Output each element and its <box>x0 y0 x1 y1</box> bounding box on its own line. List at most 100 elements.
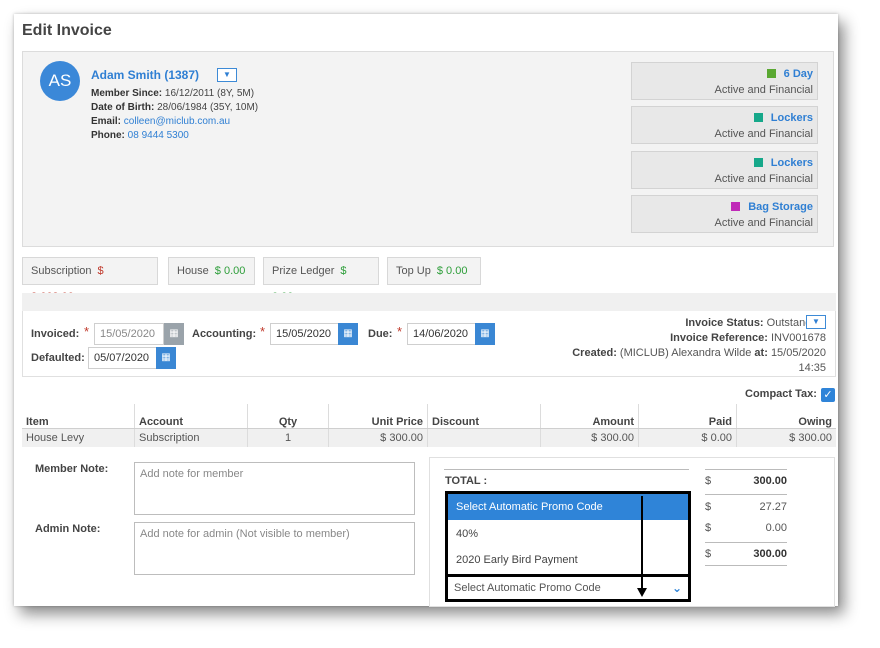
column-header: Account <box>134 404 248 429</box>
cell-discount <box>427 428 541 447</box>
dob-value: 28/06/1984 (35Y, 10M) <box>157 102 259 113</box>
status-square-icon <box>753 113 763 122</box>
divider <box>705 542 787 543</box>
subscription-card[interactable]: Lockers Active and Financial <box>631 106 818 144</box>
currency-symbol: $ <box>705 475 712 487</box>
subscription-name: Lockers <box>770 157 813 169</box>
divider <box>705 565 787 566</box>
email-link[interactable]: colleen@miclub.com.au <box>124 116 230 127</box>
column-header: Qty <box>247 404 329 429</box>
subscription-card[interactable]: Bag Storage Active and Financial <box>631 195 818 233</box>
status-square-icon <box>766 69 776 78</box>
member-since-value: 16/12/2011 (8Y, 5M) <box>164 88 255 99</box>
member-name-link[interactable]: Adam Smith (1387) <box>91 68 199 82</box>
defaulted-calendar-button[interactable]: ▦ <box>156 347 176 369</box>
subscription-name: Lockers <box>770 112 813 124</box>
chevron-down-icon: ▼ <box>812 317 820 326</box>
accounting-date-input[interactable]: 15/05/2020 <box>270 323 339 345</box>
admin-note-label: Admin Note: <box>35 523 101 535</box>
subscription-card[interactable]: Lockers Active and Financial <box>631 151 818 189</box>
chevron-down-icon: ▼ <box>223 70 231 79</box>
balance-value: $ 0.00 <box>214 265 246 277</box>
tax-value: 27.27 <box>759 501 787 513</box>
page-title: Edit Invoice <box>22 22 112 39</box>
cell-paid: $ 0.00 <box>638 428 737 447</box>
invoice-status-dropdown-button[interactable]: ▼ <box>806 315 826 329</box>
required-marker: * <box>260 324 266 339</box>
accounting-calendar-button[interactable]: ▦ <box>338 323 358 345</box>
currency-symbol: $ <box>705 522 712 534</box>
currency-symbol: $ <box>705 501 712 513</box>
cell-item: House Levy <box>22 428 135 447</box>
balance-subscription: Subscription$ 3,662.00 <box>22 257 158 303</box>
cell-qty: 1 <box>247 428 329 447</box>
column-header: Unit Price <box>328 404 428 429</box>
check-icon: ✓ <box>823 389 833 401</box>
column-header: Discount <box>427 404 541 429</box>
currency-symbol: $ <box>705 548 712 560</box>
phone-label: Phone: <box>91 130 125 141</box>
created-label: Created: <box>572 347 617 359</box>
due-date-input[interactable]: 14/06/2020 <box>407 323 476 345</box>
status-square-icon <box>753 158 763 167</box>
calendar-icon: ▦ <box>169 328 179 339</box>
promo-selected-value: Select Automatic Promo Code <box>454 582 601 594</box>
divider <box>705 469 787 470</box>
status-square-icon <box>731 202 741 211</box>
table-row[interactable]: House Levy Subscription 1 $ 300.00 $ 300… <box>22 428 836 447</box>
defaulted-label: Defaulted: <box>31 352 85 364</box>
calendar-icon: ▦ <box>161 352 171 363</box>
divider <box>444 469 689 470</box>
subscription-status: Active and Financial <box>714 173 813 185</box>
avatar: AS <box>40 61 80 101</box>
required-marker: * <box>397 324 403 339</box>
column-header: Amount <box>540 404 639 429</box>
cell-account: Subscription <box>134 428 248 447</box>
calendar-icon: ▦ <box>480 328 490 339</box>
invoice-reference-label: Invoice Reference: <box>670 332 768 344</box>
subscription-status: Active and Financial <box>714 84 813 96</box>
discount-value: 0.00 <box>765 522 787 534</box>
invoice-status-info: Invoice Status: Outstanding Invoice Refe… <box>572 316 826 376</box>
invoice-status-label: Invoice Status: <box>685 317 764 329</box>
total-value: 300.00 <box>753 475 787 487</box>
compact-tax-checkbox[interactable]: ✓ <box>821 388 835 402</box>
promo-code-dropdown: Select Automatic Promo Code 40% 2020 Ear… <box>445 491 691 602</box>
member-details: Member Since: 16/12/2011 (8Y, 5M) Date o… <box>91 87 258 143</box>
created-time-value: 14:35 <box>798 362 826 374</box>
subscription-card[interactable]: 6 Day Active and Financial <box>631 62 818 100</box>
invoice-reference-value: INV001678 <box>770 332 826 344</box>
cell-owing: $ 300.00 <box>736 428 836 447</box>
email-label: Email: <box>91 116 122 127</box>
compact-tax-label: Compact Tax: <box>745 388 817 400</box>
total-label: TOTAL : <box>445 475 488 487</box>
table-header-row: Item Account Qty Unit Price Discount Amo… <box>22 404 836 429</box>
balance-house: House $ 0.00 <box>168 257 255 285</box>
due-label: Due: <box>368 328 393 340</box>
member-note-label: Member Note: <box>35 463 109 475</box>
cell-amount: $ 300.00 <box>540 428 639 447</box>
subscription-status: Active and Financial <box>714 128 813 140</box>
invoice-items-table: Item Account Qty Unit Price Discount Amo… <box>22 404 836 447</box>
balance-label: Top Up <box>396 265 431 277</box>
dob-label: Date of Birth: <box>91 102 155 113</box>
member-note-textarea[interactable]: Add note for member <box>134 462 415 515</box>
admin-note-textarea[interactable]: Add note for admin (Not visible to membe… <box>134 522 415 575</box>
divider <box>705 494 787 495</box>
invoiced-date-input: 15/05/2020 <box>94 323 164 345</box>
subscription-name: 6 Day <box>783 68 813 80</box>
member-actions-dropdown-button[interactable]: ▼ <box>217 68 237 82</box>
created-by-value: (MICLUB) Alexandra Wilde <box>619 347 752 359</box>
balance-value: $ 0.00 <box>436 265 468 277</box>
created-at-label: at: <box>754 347 768 359</box>
balance-prize-ledger: Prize Ledger$ 0.00 <box>263 257 379 303</box>
accounting-label: Accounting: <box>192 328 257 340</box>
phone-link[interactable]: 08 9444 5300 <box>128 130 189 141</box>
chevron-down-icon: ⌄ <box>671 581 682 595</box>
balance-top-up: Top Up $ 0.00 <box>387 257 481 285</box>
due-calendar-button[interactable]: ▦ <box>475 323 495 345</box>
defaulted-date-input[interactable]: 05/07/2020 <box>88 347 157 369</box>
balance-label: Subscription <box>31 265 92 277</box>
section-divider <box>22 293 836 311</box>
column-header: Owing <box>736 404 836 429</box>
